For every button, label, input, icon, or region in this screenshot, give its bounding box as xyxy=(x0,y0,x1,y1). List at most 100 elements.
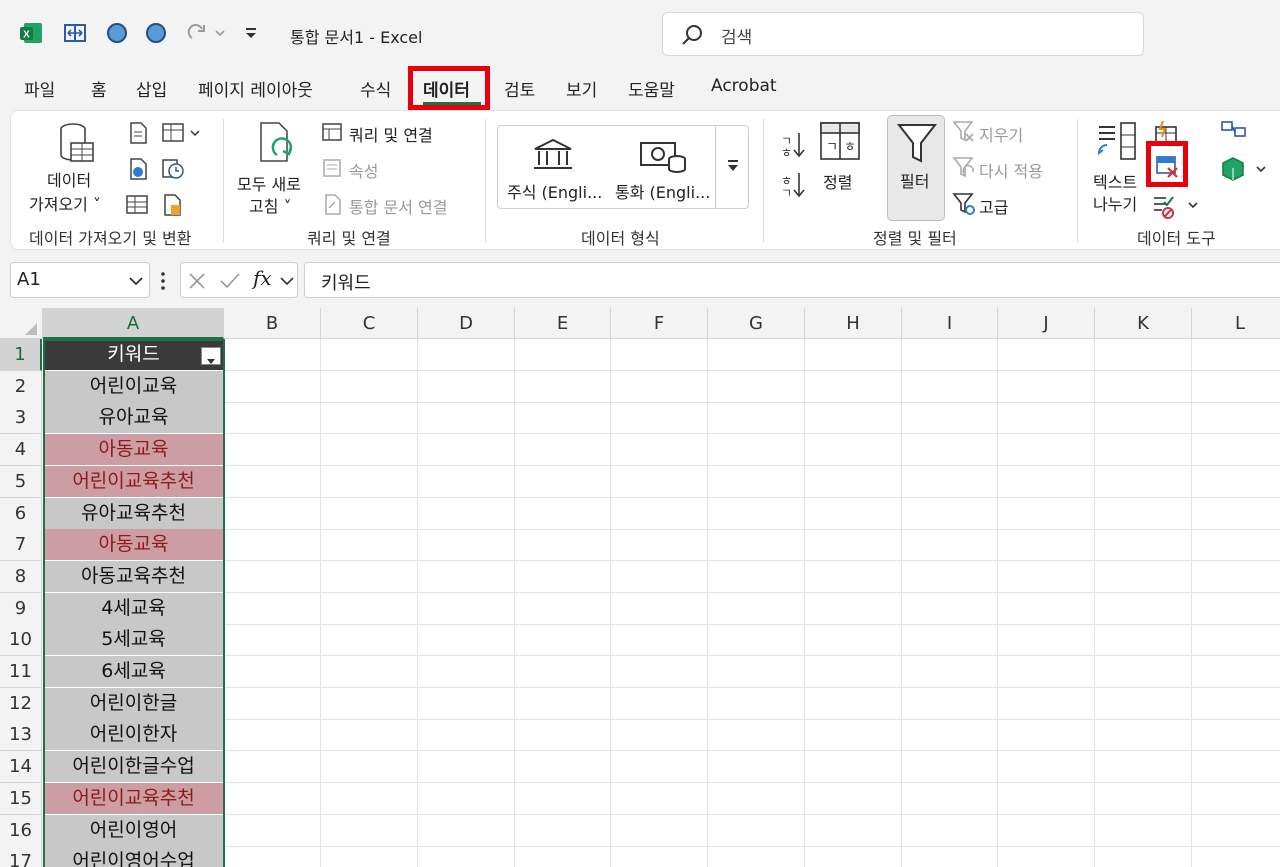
stocks-button[interactable]: 주식 (Engli... xyxy=(507,179,602,203)
queries-connections-button[interactable]: 쿼리 및 연결 xyxy=(349,122,433,146)
cell-a[interactable]: 어린이영어수업 xyxy=(43,846,224,867)
column-header-a[interactable]: A xyxy=(43,308,224,339)
column-header-j[interactable]: J xyxy=(998,308,1095,339)
tab-view[interactable]: 보기 xyxy=(566,76,597,101)
circle-macro-icon-1[interactable] xyxy=(104,20,130,46)
advanced-button[interactable]: 고급 xyxy=(979,194,1008,218)
column-header-d[interactable]: D xyxy=(418,308,515,339)
from-text-icon[interactable] xyxy=(127,121,149,145)
flash-fill-icon[interactable] xyxy=(1153,119,1179,145)
cell-a[interactable]: 유아교육추천 xyxy=(43,498,224,530)
tab-formulas[interactable]: 수식 xyxy=(360,76,391,101)
column-header-e[interactable]: E xyxy=(515,308,611,339)
tab-data[interactable]: 데이터 xyxy=(423,76,470,101)
sort-ascending-icon[interactable]: ㄱㅎ xyxy=(779,129,807,159)
row-header[interactable]: 7 xyxy=(0,529,42,561)
text-to-columns-icon[interactable] xyxy=(1091,121,1141,167)
worksheet-grid[interactable]: ABCDEFGHIJKL 1 키워드 2 어린이교육 3 유아교육 4 아동교육 5 어린이교육추… xyxy=(0,308,1280,867)
refresh-all-label-2[interactable]: 고침 ˅ xyxy=(249,193,292,217)
more-options-icon[interactable] xyxy=(158,270,168,292)
cell-a[interactable]: 유아교육 xyxy=(43,402,224,434)
enter-check-icon[interactable] xyxy=(219,271,241,291)
recent-sources-icon[interactable] xyxy=(161,157,185,181)
text-to-columns-label-1[interactable]: 텍스트 xyxy=(1093,169,1137,193)
tab-home[interactable]: 홈 xyxy=(91,76,107,101)
select-all-corner[interactable] xyxy=(0,308,43,339)
text-to-columns-label-2[interactable]: 나누기 xyxy=(1093,191,1137,215)
cell-a[interactable]: 어린이영어 xyxy=(43,815,224,847)
cell-a[interactable]: 어린이한글 xyxy=(43,688,224,720)
existing-connections-icon[interactable] xyxy=(161,193,185,217)
row-header[interactable]: 4 xyxy=(0,434,42,466)
row-header[interactable]: 11 xyxy=(0,656,42,688)
currencies-button[interactable]: 통화 (Engli... xyxy=(615,179,710,203)
tab-help[interactable]: 도움말 xyxy=(628,76,675,101)
cell-a[interactable]: 어린이교육 xyxy=(43,371,224,403)
formula-input[interactable]: 키워드 xyxy=(304,262,1280,298)
tab-file[interactable]: 파일 xyxy=(24,76,55,101)
reapply-button[interactable]: 다시 적용 xyxy=(979,158,1043,182)
column-header-f[interactable]: F xyxy=(611,308,708,339)
cell-a[interactable]: 어린이한글수업 xyxy=(43,751,224,783)
row-header[interactable]: 17 xyxy=(0,846,42,867)
cell-a[interactable]: 아동교육 xyxy=(43,434,224,466)
row-header[interactable]: 6 xyxy=(0,498,42,530)
tab-insert[interactable]: 삽입 xyxy=(136,76,167,101)
filter-dropdown-button[interactable] xyxy=(201,347,221,365)
data-model-icon[interactable] xyxy=(1219,155,1269,183)
refresh-all-label-1[interactable]: 모두 새로 xyxy=(237,171,301,195)
column-header-g[interactable]: G xyxy=(708,308,805,339)
refresh-all-icon[interactable] xyxy=(255,121,299,167)
row-header[interactable]: 13 xyxy=(0,719,42,751)
cell-a[interactable]: 아동교육 xyxy=(43,529,224,561)
row-header[interactable]: 8 xyxy=(0,561,42,593)
filter-button[interactable]: 필터 xyxy=(887,115,945,221)
cell-a[interactable]: 아동교육추천 xyxy=(43,561,224,593)
from-picture-table-icon[interactable] xyxy=(125,193,149,217)
advanced-filter-icon[interactable] xyxy=(951,191,977,217)
cell-a[interactable]: 6세교육 xyxy=(43,656,224,688)
row-header[interactable]: 3 xyxy=(0,402,42,434)
row-header[interactable]: 12 xyxy=(0,688,42,720)
autofit-icon[interactable] xyxy=(62,20,88,46)
get-data-icon[interactable] xyxy=(55,121,99,167)
cell-a[interactable]: 어린이교육추천 xyxy=(43,466,224,498)
row-header[interactable]: 5 xyxy=(0,466,42,498)
get-data-label-2[interactable]: 가져오기 ˅ xyxy=(29,191,101,215)
row-header[interactable]: 10 xyxy=(0,624,42,656)
currencies-icon[interactable] xyxy=(639,137,687,175)
clear-button[interactable]: 지우기 xyxy=(979,122,1023,146)
queries-connections-icon[interactable] xyxy=(321,121,343,143)
column-header-h[interactable]: H xyxy=(805,308,902,339)
tab-page-layout[interactable]: 페이지 레이아웃 xyxy=(198,76,313,101)
column-header-l[interactable]: L xyxy=(1192,308,1280,339)
fx-chevron-down-icon[interactable] xyxy=(279,274,295,288)
row-header[interactable]: 15 xyxy=(0,783,42,815)
column-header-i[interactable]: I xyxy=(902,308,998,339)
name-box[interactable]: A1 xyxy=(10,262,150,298)
sort-button[interactable]: 정렬 xyxy=(823,169,852,193)
consolidate-icon[interactable] xyxy=(1219,119,1249,143)
redo-icon[interactable] xyxy=(184,20,228,46)
tab-acrobat[interactable]: Acrobat xyxy=(711,76,777,96)
get-data-label-1[interactable]: 데이터 xyxy=(47,167,91,191)
properties-button[interactable]: 속성 xyxy=(349,158,378,182)
search-box[interactable]: 검색 xyxy=(662,12,1144,56)
tab-review[interactable]: 검토 xyxy=(504,76,535,101)
from-table-icon[interactable] xyxy=(161,121,201,145)
from-web-icon[interactable] xyxy=(127,157,149,181)
remove-duplicates-icon[interactable] xyxy=(1155,155,1181,181)
data-validation-icon[interactable] xyxy=(1151,193,1199,219)
row-header[interactable]: 2 xyxy=(0,371,42,403)
stocks-bank-icon[interactable] xyxy=(531,137,575,173)
cancel-icon[interactable] xyxy=(187,271,207,291)
sort-descending-icon[interactable]: ㅎㄱ xyxy=(779,169,807,199)
cell-a[interactable]: 4세교육 xyxy=(43,593,224,625)
gallery-more-button[interactable] xyxy=(715,125,749,209)
header-cell-a1[interactable]: 키워드 xyxy=(43,339,224,371)
cell-a[interactable]: 어린이교육추천 xyxy=(43,783,224,815)
workbook-links-button[interactable]: 통합 문서 연결 xyxy=(349,194,448,218)
column-header-b[interactable]: B xyxy=(224,308,321,339)
sort-icon[interactable]: ㄱㅎ xyxy=(819,121,861,161)
insert-function-icon[interactable]: fx xyxy=(253,266,272,290)
